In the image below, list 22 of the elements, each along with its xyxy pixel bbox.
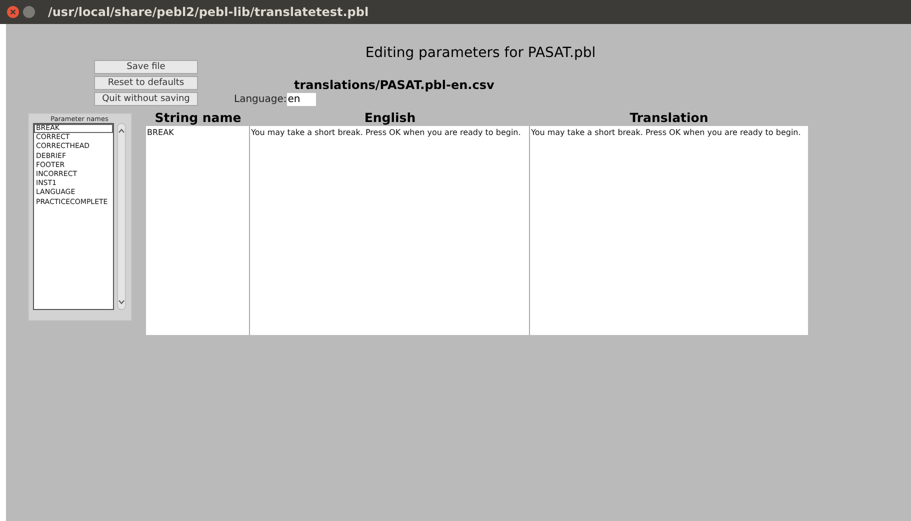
action-button[interactable]: Reset to defaults [94, 76, 198, 90]
minimize-icon[interactable] [23, 6, 35, 18]
scroll-bar[interactable] [117, 123, 126, 310]
scroll-up-icon[interactable] [118, 128, 125, 134]
cell-text: You may take a short break. Press OK when you are ready to begin. [251, 128, 521, 137]
column-header: Translation [628, 111, 710, 126]
scroll-down-icon[interactable] [118, 299, 125, 305]
close-icon[interactable] [7, 6, 19, 18]
language-field[interactable]: en [286, 93, 316, 106]
language-label: Language: [234, 94, 287, 105]
page-heading: Editing parameters for PASAT.pbl [364, 44, 597, 61]
translation-cell[interactable]: You may take a short break. Press OK when you are ready to begin. [530, 126, 808, 335]
english-cell[interactable]: You may take a short break. Press OK when you are ready to begin. [250, 126, 530, 335]
action-button[interactable]: Quit without saving [94, 92, 198, 106]
window-title: /usr/local/share/pebl2/pebl-lib/translatetest.pbl [48, 5, 369, 19]
cell-text: BREAK [147, 128, 174, 137]
column-header: English [363, 111, 417, 126]
cell-text: You may take a short break. Press OK when you are ready to begin. [531, 128, 801, 137]
file-path: translations/PASAT.pbl-en.csv [294, 78, 494, 92]
action-button[interactable]: Save file [94, 60, 198, 74]
string-name-cell[interactable]: BREAK [146, 126, 250, 335]
column-header: String name [154, 111, 242, 126]
